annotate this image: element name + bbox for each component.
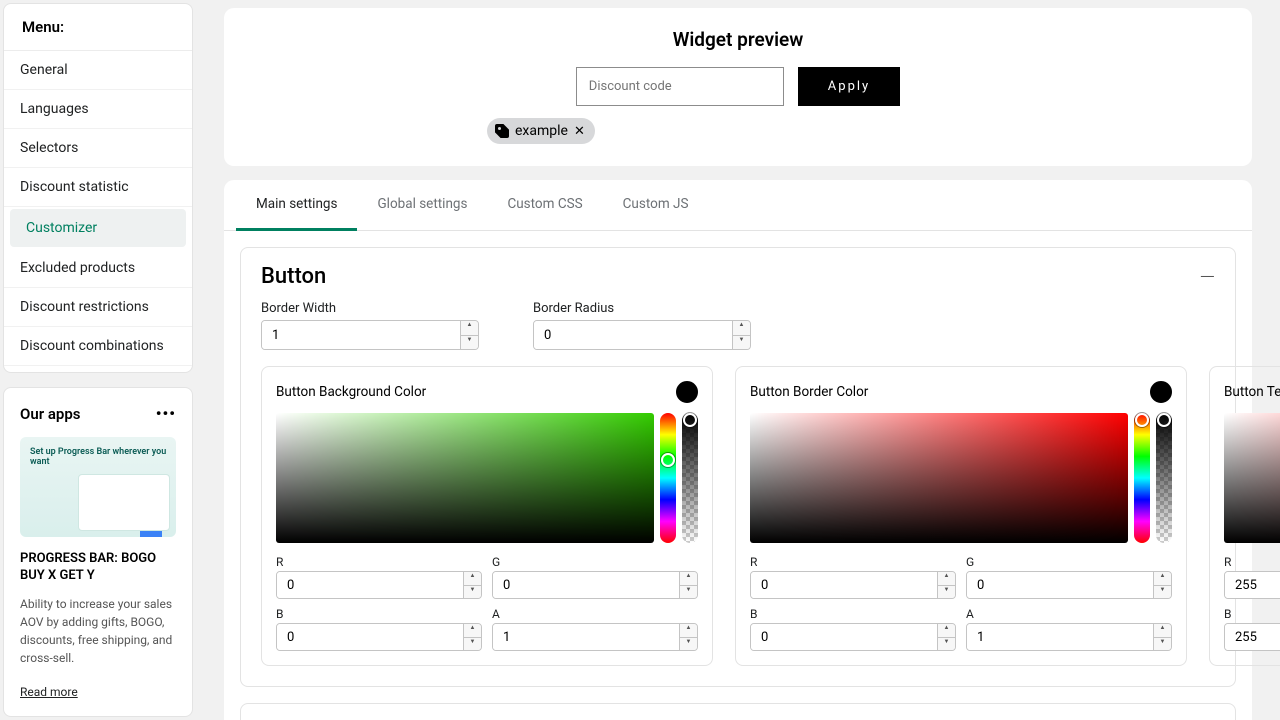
r-label: R bbox=[750, 555, 956, 569]
tag-icon bbox=[495, 124, 509, 138]
stepper-up-icon[interactable]: ▲ bbox=[1154, 624, 1171, 638]
color-card-bg: Button Background Color R▲▼G▲▼B▲▼A▲▼ bbox=[261, 366, 713, 666]
stepper-down-icon[interactable]: ▼ bbox=[680, 586, 697, 599]
stepper-up-icon[interactable]: ▲ bbox=[1154, 572, 1171, 586]
apply-button[interactable]: Apply bbox=[798, 67, 900, 106]
color-card-border: Button Border Color R▲▼G▲▼B▲▼A▲▼ bbox=[735, 366, 1187, 666]
sidebar-item-custom-popup[interactable]: Custom popup bbox=[4, 366, 192, 373]
a-input[interactable]: ▲▼ bbox=[492, 623, 698, 651]
g-label: G bbox=[966, 555, 1172, 569]
settings-card: Main settingsGlobal settingsCustom CSSCu… bbox=[224, 180, 1252, 720]
preview-title: Widget preview bbox=[248, 28, 1228, 51]
stepper-down-icon[interactable]: ▼ bbox=[938, 586, 955, 599]
menu-card: Menu: GeneralLanguagesSelectorsDiscount … bbox=[3, 3, 193, 373]
tab-main-settings[interactable]: Main settings bbox=[236, 180, 357, 231]
a-input[interactable]: ▲▼ bbox=[966, 623, 1172, 651]
saturation-picker[interactable] bbox=[750, 413, 1128, 543]
border-radius-input[interactable]: ▲▼ bbox=[533, 320, 751, 350]
hue-slider[interactable] bbox=[1134, 413, 1150, 543]
stepper-down-icon[interactable]: ▼ bbox=[938, 638, 955, 651]
input-panel: Input + bbox=[240, 703, 1236, 720]
sidebar-item-general[interactable]: General bbox=[4, 51, 192, 90]
more-icon[interactable]: ••• bbox=[156, 404, 176, 423]
stepper-down-icon[interactable]: ▼ bbox=[464, 638, 481, 651]
tabs: Main settingsGlobal settingsCustom CSSCu… bbox=[224, 180, 1252, 231]
border-radius-label: Border Radius bbox=[533, 301, 751, 316]
stepper-up-icon[interactable]: ▲ bbox=[680, 624, 697, 638]
stepper-up-icon[interactable]: ▲ bbox=[464, 572, 481, 586]
r-label: R bbox=[276, 555, 482, 569]
color-title: Button Text Color bbox=[1224, 384, 1280, 400]
b-input[interactable]: ▲▼ bbox=[1224, 623, 1280, 651]
a-label: A bbox=[492, 607, 698, 621]
stepper-down-icon[interactable]: ▼ bbox=[733, 336, 750, 350]
sidebar-item-discount-combinations[interactable]: Discount combinations bbox=[4, 327, 192, 366]
g-input[interactable]: ▲▼ bbox=[492, 571, 698, 599]
r-input[interactable]: ▲▼ bbox=[1224, 571, 1280, 599]
color-title: Button Background Color bbox=[276, 384, 426, 400]
our-apps-card: Our apps ••• Set up Progress Bar whereve… bbox=[3, 387, 193, 717]
alpha-slider[interactable] bbox=[1156, 413, 1172, 543]
our-apps-title: Our apps bbox=[20, 405, 80, 423]
hue-slider[interactable] bbox=[660, 413, 676, 543]
border-width-input[interactable]: ▲▼ bbox=[261, 320, 479, 350]
color-swatch[interactable] bbox=[1150, 381, 1172, 403]
chip-remove-icon[interactable]: ✕ bbox=[574, 124, 585, 139]
stepper-up-icon[interactable]: ▲ bbox=[938, 624, 955, 638]
g-input[interactable]: ▲▼ bbox=[966, 571, 1172, 599]
discount-code-input[interactable] bbox=[576, 67, 784, 106]
sidebar-item-languages[interactable]: Languages bbox=[4, 90, 192, 129]
stepper-down-icon[interactable]: ▼ bbox=[1154, 638, 1171, 651]
button-panel: Button — Border Width ▲▼ Border Radius ▲… bbox=[240, 247, 1236, 687]
read-more-link[interactable]: Read more bbox=[20, 685, 78, 699]
sidebar-item-discount-statistic[interactable]: Discount statistic bbox=[4, 168, 192, 207]
color-title: Button Border Color bbox=[750, 384, 868, 400]
color-swatch[interactable] bbox=[676, 381, 698, 403]
app-name: PROGRESS BAR: BOGO BUY X GET Y bbox=[20, 551, 176, 585]
menu-title: Menu: bbox=[4, 4, 192, 51]
border-width-label: Border Width bbox=[261, 301, 479, 316]
tab-global-settings[interactable]: Global settings bbox=[357, 180, 487, 230]
app-thumbnail[interactable]: Set up Progress Bar wherever you want bbox=[20, 437, 176, 537]
stepper-down-icon[interactable]: ▼ bbox=[461, 336, 478, 350]
sidebar-item-discount-restrictions[interactable]: Discount restrictions bbox=[4, 288, 192, 327]
sidebar-item-excluded-products[interactable]: Excluded products bbox=[4, 249, 192, 288]
stepper-down-icon[interactable]: ▼ bbox=[680, 638, 697, 651]
stepper-down-icon[interactable]: ▼ bbox=[464, 586, 481, 599]
stepper-up-icon[interactable]: ▲ bbox=[680, 572, 697, 586]
alpha-slider[interactable] bbox=[682, 413, 698, 543]
g-label: G bbox=[492, 555, 698, 569]
stepper-down-icon[interactable]: ▼ bbox=[1154, 586, 1171, 599]
stepper-up-icon[interactable]: ▲ bbox=[938, 572, 955, 586]
r-label: R bbox=[1224, 555, 1280, 569]
button-panel-title: Button bbox=[261, 264, 326, 289]
saturation-picker[interactable] bbox=[1224, 413, 1280, 543]
app-description: Ability to increase your sales AOV by ad… bbox=[20, 595, 176, 667]
r-input[interactable]: ▲▼ bbox=[276, 571, 482, 599]
tab-custom-css[interactable]: Custom CSS bbox=[487, 180, 602, 230]
r-input[interactable]: ▲▼ bbox=[750, 571, 956, 599]
b-label: B bbox=[276, 607, 482, 621]
stepper-up-icon[interactable]: ▲ bbox=[461, 321, 478, 336]
widget-preview-card: Widget preview Apply example ✕ bbox=[224, 8, 1252, 166]
stepper-up-icon[interactable]: ▲ bbox=[733, 321, 750, 336]
b-input[interactable]: ▲▼ bbox=[276, 623, 482, 651]
sidebar-item-customizer[interactable]: Customizer bbox=[10, 209, 186, 247]
color-card-text: Button Text Color R▲▼G▲▼B▲▼A▲▼ bbox=[1209, 366, 1280, 666]
sidebar-item-selectors[interactable]: Selectors bbox=[4, 129, 192, 168]
a-label: A bbox=[966, 607, 1172, 621]
b-label: B bbox=[750, 607, 956, 621]
discount-chip: example ✕ bbox=[487, 118, 595, 144]
b-input[interactable]: ▲▼ bbox=[750, 623, 956, 651]
tab-custom-js[interactable]: Custom JS bbox=[603, 180, 709, 230]
collapse-icon[interactable]: — bbox=[1200, 265, 1215, 289]
saturation-picker[interactable] bbox=[276, 413, 654, 543]
stepper-up-icon[interactable]: ▲ bbox=[464, 624, 481, 638]
b-label: B bbox=[1224, 607, 1280, 621]
chip-label: example bbox=[515, 123, 568, 139]
